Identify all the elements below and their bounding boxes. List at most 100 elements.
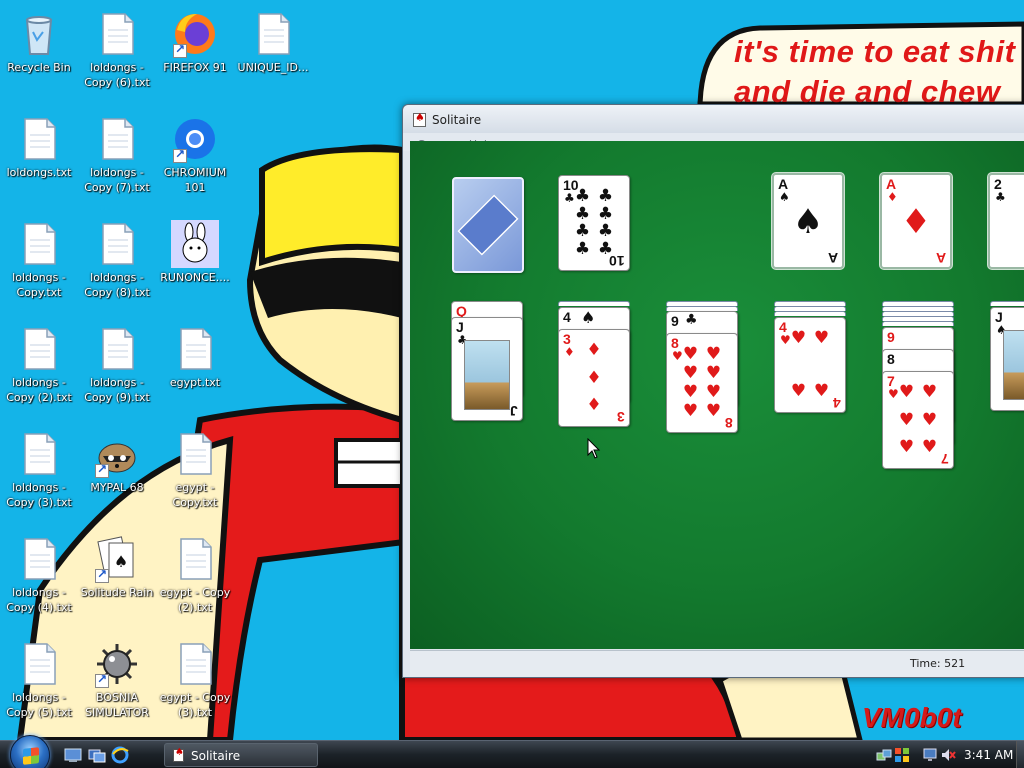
desktop-icon-label: egypt - Copy.txt: [172, 481, 218, 509]
desktop-icon-label: loldongs - Copy (8).txt: [84, 271, 150, 299]
tableau-card[interactable]: 4 ♥ ♥ ♥ ♥ ♥ 4: [774, 317, 846, 413]
show-desktop-icon[interactable]: [64, 746, 82, 764]
text-file-icon: [171, 535, 219, 583]
security-icon[interactable]: [894, 747, 910, 763]
desktop-icon[interactable]: loldongs.txt: [0, 115, 78, 180]
tableau-card[interactable]: 7 ♥ ♥ ♥ ♥ ♥ ♥ ♥ 7: [882, 371, 954, 469]
volume-muted-icon[interactable]: [940, 747, 956, 763]
text-file-icon: [15, 535, 63, 583]
desktop-icon-label: egypt.txt: [169, 376, 221, 389]
card-rank: 4: [563, 309, 571, 325]
cards-icon: ♠: [93, 535, 141, 583]
wallpaper-signature: VM0b0t: [862, 702, 962, 733]
text-file-icon: [93, 10, 141, 58]
card-rank: 7: [887, 373, 895, 389]
desktop-icon[interactable]: CHROMIUM 101: [156, 115, 234, 195]
card-rank-bottom: A: [935, 250, 946, 266]
stock-pile[interactable]: [452, 177, 524, 273]
show-desktop-button[interactable]: [1016, 741, 1024, 768]
clock[interactable]: 3:41 AM: [964, 748, 1013, 762]
desktop-icon-label: loldongs - Copy (4).txt: [6, 586, 72, 614]
card-suit: ♣: [685, 312, 698, 328]
desktop-icon[interactable]: Recycle Bin: [0, 10, 78, 75]
switch-windows-icon[interactable]: [88, 746, 106, 764]
tableau-card[interactable]: 8 ♥ ♥ ♥ ♥ ♥ ♥ ♥ ♥ ♥ 8: [666, 333, 738, 433]
card-rank: 9: [671, 313, 679, 329]
display-icon[interactable]: [922, 747, 938, 763]
card-pips: ♥ ♥ ♥ ♥ ♥ ♥: [898, 382, 938, 457]
desktop-icon[interactable]: egypt - Copy.txt: [156, 430, 234, 510]
desktop-icon[interactable]: loldongs - Copy (2).txt: [0, 325, 78, 405]
face-card-art: [464, 340, 510, 410]
card-center-pip: ♠: [792, 202, 824, 242]
foundation-spades[interactable]: A ♠ ♠ A: [772, 173, 844, 269]
face-card-art: [1003, 330, 1024, 400]
tableau-card[interactable]: J ♣ J: [451, 317, 523, 421]
desktop-icon-label: loldongs - Copy (5).txt: [6, 691, 72, 719]
shortcut-arrow-icon: [173, 42, 187, 58]
desktop-icon[interactable]: BOSNIA SIMULATOR: [78, 640, 156, 720]
desktop-icon-label: BOSNIA SIMULATOR: [85, 691, 149, 719]
desktop-icon[interactable]: ♠ Solitude Rain: [78, 535, 156, 600]
desktop-icon[interactable]: egypt - Copy (3).txt: [156, 640, 234, 720]
start-button[interactable]: [10, 735, 50, 768]
waste-card[interactable]: 10 ♣ ♣ ♣ ♣ ♣ ♣ ♣ ♣ ♣ 10: [558, 175, 630, 271]
card-suit: ♠: [581, 308, 596, 327]
solitaire-app-icon: [413, 111, 426, 127]
card-center-pip: ♦: [900, 202, 932, 242]
card-rank: 8: [887, 351, 895, 367]
desktop-icon[interactable]: egypt - Copy (2).txt: [156, 535, 234, 615]
mouse-cursor-icon: [587, 438, 601, 459]
window-titlebar[interactable]: Solitaire: [403, 105, 1024, 133]
text-file-icon: [93, 220, 141, 268]
desktop-icon-label: loldongs - Copy.txt: [12, 271, 66, 299]
desktop-icon[interactable]: loldongs - Copy (8).txt: [78, 220, 156, 300]
tableau-card[interactable]: 3 ♦ ♦ ♦ ♦ 3: [558, 329, 630, 427]
system-tray: 3:41 AM: [870, 741, 1024, 768]
card-pips: ♦ ♦ ♦: [586, 340, 602, 415]
desktop-icon[interactable]: loldongs - Copy.txt: [0, 220, 78, 300]
card-rank-bottom: A: [827, 250, 838, 266]
desktop-icon[interactable]: MYPAL 68: [78, 430, 156, 495]
desktop-icon-label: UNIQUE_ID...: [237, 61, 309, 74]
desktop-icon-label: RUNONCE....: [160, 271, 230, 284]
desktop-icon[interactable]: loldongs - Copy (5).txt: [0, 640, 78, 720]
desktop-icon[interactable]: loldongs - Copy (6).txt: [78, 10, 156, 90]
desktop-icon-label: MYPAL 68: [90, 481, 144, 494]
desktop-icon[interactable]: loldongs - Copy (9).txt: [78, 325, 156, 405]
desktop-icon-label: loldongs - Copy (2).txt: [6, 376, 72, 404]
taskbar-button-solitaire[interactable]: Solitaire: [164, 743, 318, 767]
card-rank-bottom: 7: [941, 451, 949, 467]
card-rank: 8: [671, 335, 679, 351]
desktop-icon[interactable]: loldongs - Copy (3).txt: [0, 430, 78, 510]
tableau-card[interactable]: J ♠: [990, 307, 1024, 411]
desktop-icon-label: loldongs - Copy (6).txt: [84, 61, 150, 89]
desktop-icon[interactable]: UNIQUE_ID...: [234, 10, 312, 75]
desktop-icon[interactable]: loldongs - Copy (4).txt: [0, 535, 78, 615]
foundation-clubs[interactable]: 2 ♣: [988, 173, 1024, 269]
desktop-icon[interactable]: loldongs - Copy (7).txt: [78, 115, 156, 195]
card-pips: ♥ ♥ ♥ ♥: [790, 328, 830, 401]
desktop-icon-label: loldongs - Copy (9).txt: [84, 376, 150, 404]
raccoon-icon: [93, 430, 141, 478]
card-rank-bottom: J: [510, 403, 518, 419]
desktop-icon[interactable]: FIREFOX 91: [156, 10, 234, 75]
desktop-icon[interactable]: RUNONCE....: [156, 220, 234, 285]
text-file-icon: [171, 640, 219, 688]
shortcut-arrow-icon: [95, 672, 109, 688]
card-rank: Q: [456, 303, 467, 319]
card-suit: ♠: [779, 190, 790, 204]
window-title: Solitaire: [432, 113, 482, 127]
desktop-icon[interactable]: egypt.txt: [156, 325, 234, 390]
foundation-diamonds[interactable]: A ♦ ♦ A: [880, 173, 952, 269]
game-board[interactable]: 10 ♣ ♣ ♣ ♣ ♣ ♣ ♣ ♣ ♣ 10 A ♠ ♠ A A ♦ ♦ A 2 ♣ Q: [410, 141, 1024, 649]
card-rank: A: [778, 176, 789, 192]
text-file-icon: [15, 430, 63, 478]
card-rank-bottom: 10: [609, 253, 625, 269]
card-pips: ♥ ♥ ♥ ♥ ♥ ♥ ♥ ♥: [682, 344, 722, 421]
solitaire-window[interactable]: Solitaire Game Help 10 ♣ ♣♣♣♣♣♣♣♣ 10 A ♠…: [402, 104, 1024, 678]
network-icon[interactable]: [876, 747, 892, 763]
internet-explorer-icon[interactable]: [111, 746, 129, 764]
desktop-icon-label: Solitude Rain: [80, 586, 154, 599]
card-rank: 9: [887, 329, 895, 345]
